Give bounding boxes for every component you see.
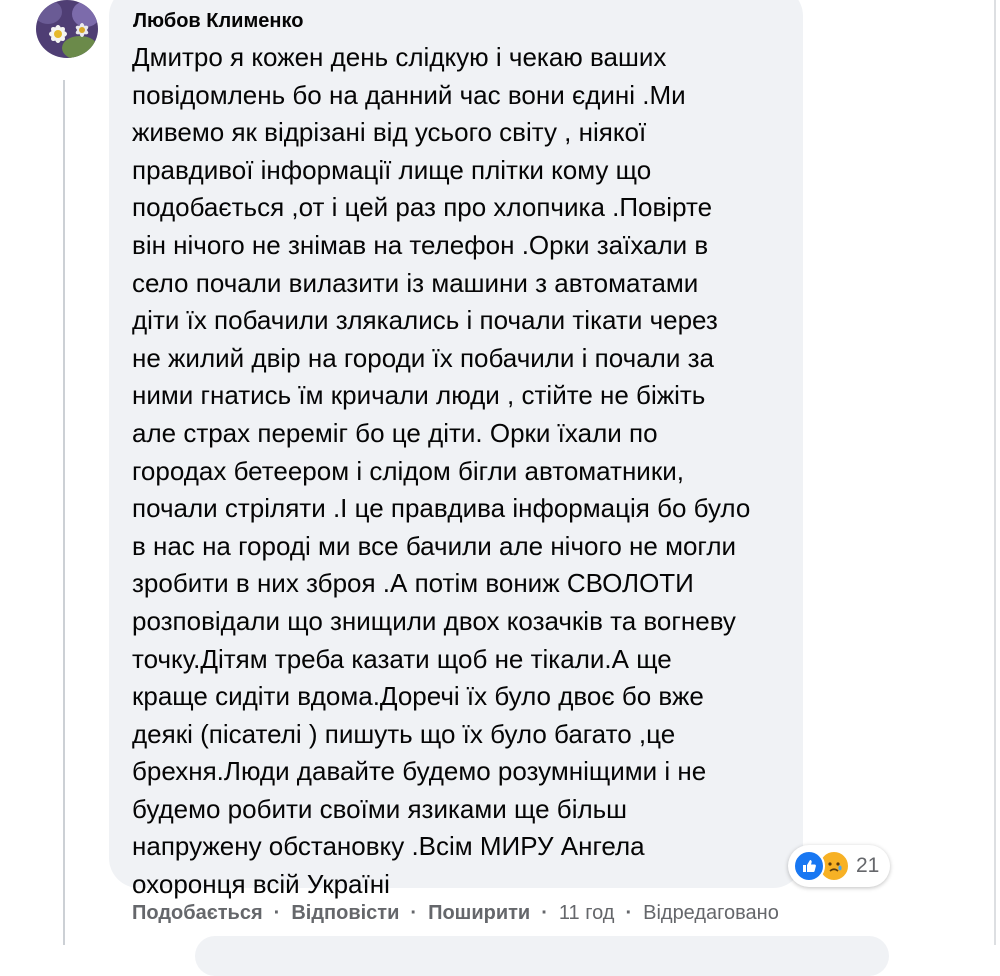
thread-line <box>63 80 65 945</box>
separator-dot: · <box>410 901 418 924</box>
comment-actions: Подобається · Відповісти · Поширити · 11… <box>132 900 779 926</box>
reply-button[interactable]: Відповісти <box>291 902 399 925</box>
reactions-summary[interactable]: 21 <box>788 845 891 887</box>
like-button[interactable]: Подобається <box>132 902 263 925</box>
share-button[interactable]: Поширити <box>428 902 530 925</box>
comment-author[interactable]: Любов Клименко <box>133 10 303 33</box>
separator-dot: · <box>625 901 633 924</box>
edited-label[interactable]: Відредаговано <box>643 902 779 925</box>
like-icon <box>793 850 825 882</box>
column-divider <box>994 0 996 945</box>
next-comment-bubble <box>195 936 889 976</box>
separator-dot: · <box>273 901 281 924</box>
comment-text: Дмитро я кожен день слідкую і чекаю ваши… <box>132 42 751 900</box>
comment-timestamp[interactable]: 11 год <box>559 902 615 925</box>
reaction-count: 21 <box>856 854 880 877</box>
avatar[interactable] <box>36 0 98 58</box>
separator-dot: · <box>541 901 548 924</box>
